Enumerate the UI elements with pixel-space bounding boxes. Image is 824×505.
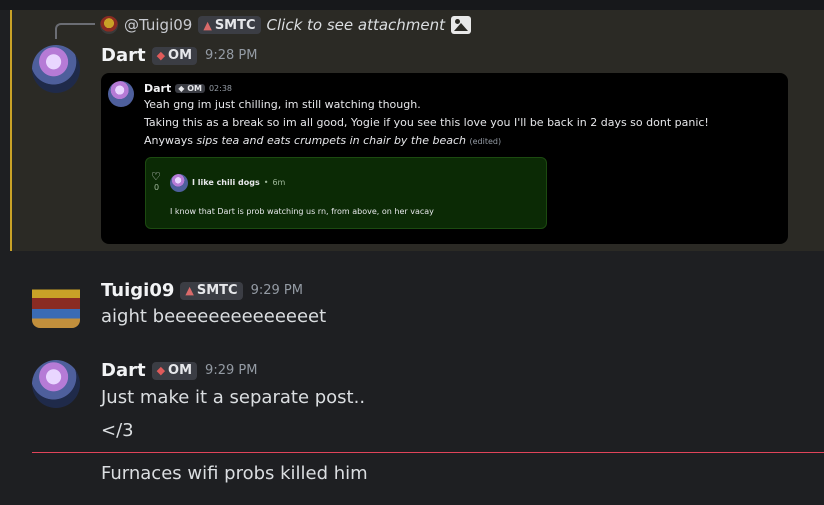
role-tag: ◆ OM xyxy=(151,361,198,380)
message-header: Dart ◆ OM 9:28 PM xyxy=(101,45,257,66)
attachment-link[interactable]: Click to see attachment xyxy=(267,16,446,34)
avatar[interactable] xyxy=(32,280,80,328)
message-header: Tuigi09 ▲ SMTC 9:29 PM xyxy=(101,280,303,301)
role-tag: ▲ SMTC xyxy=(180,281,243,300)
like-count: 0 xyxy=(154,183,160,192)
username[interactable]: Dart xyxy=(101,45,146,66)
message-text: Just make it a separate post.. xyxy=(101,387,366,408)
post-title: I like chili dogs xyxy=(192,178,260,187)
reply-username[interactable]: @Tuigi09 xyxy=(124,16,192,34)
timestamp[interactable]: 9:28 PM xyxy=(205,48,257,63)
username[interactable]: Dart xyxy=(101,360,146,381)
gem-icon: ◆ xyxy=(156,49,166,62)
role-tag: ◆ OM xyxy=(151,46,198,65)
embed-line: Taking this as a break so im all good, Y… xyxy=(144,116,709,129)
embed-avatar xyxy=(108,81,134,107)
new-messages-divider xyxy=(32,452,824,453)
timestamp[interactable]: 9:29 PM xyxy=(205,363,257,378)
edited-label: (edited) xyxy=(469,137,502,146)
post-age: 6m xyxy=(272,178,286,187)
reply-spine xyxy=(55,23,95,39)
embed-line: Anyways sips tea and eats crumpets in ch… xyxy=(144,134,502,147)
timestamp[interactable]: 9:29 PM xyxy=(251,283,303,298)
reply-avatar[interactable] xyxy=(100,16,118,34)
embed-italic: sips tea and eats crumpets in chair by t… xyxy=(196,134,466,147)
top-bar xyxy=(0,0,824,10)
mushroom-icon: ▲ xyxy=(203,18,212,32)
avatar[interactable] xyxy=(32,45,80,93)
avatar[interactable] xyxy=(32,360,80,408)
role-tag: ◆ OM xyxy=(175,84,205,93)
mushroom-icon: ▲ xyxy=(185,284,194,297)
post-avatar xyxy=(170,174,188,192)
post-text: I know that Dart is prob watching us rn,… xyxy=(170,207,434,216)
username[interactable]: Tuigi09 xyxy=(101,280,174,301)
embed-timestamp: 02:38 xyxy=(208,84,233,93)
message-header: Dart ◆ OM 9:29 PM xyxy=(101,360,257,381)
forum-post-card[interactable]: ♡ 0 I like chili dogs • 6m I know that D… xyxy=(145,157,547,229)
message-text: </3 xyxy=(101,420,134,441)
post-header: I like chili dogs • 6m xyxy=(192,178,286,187)
reply-reference[interactable]: @Tuigi09 ▲ SMTC Click to see attachment xyxy=(100,12,472,38)
embed-line: Yeah gng im just chilling, im still watc… xyxy=(144,98,421,111)
role-tag: ▲ SMTC xyxy=(198,16,261,34)
message-text: Furnaces wifi probs killed him xyxy=(101,463,368,484)
message-text: aight beeeeeeeeeeeeeet xyxy=(101,306,327,327)
embed-header: Dart ◆ OM 02:38 xyxy=(144,82,233,95)
heart-icon[interactable]: ♡ xyxy=(151,170,161,183)
image-icon[interactable] xyxy=(451,16,472,34)
gem-icon: ◆ xyxy=(156,364,166,377)
